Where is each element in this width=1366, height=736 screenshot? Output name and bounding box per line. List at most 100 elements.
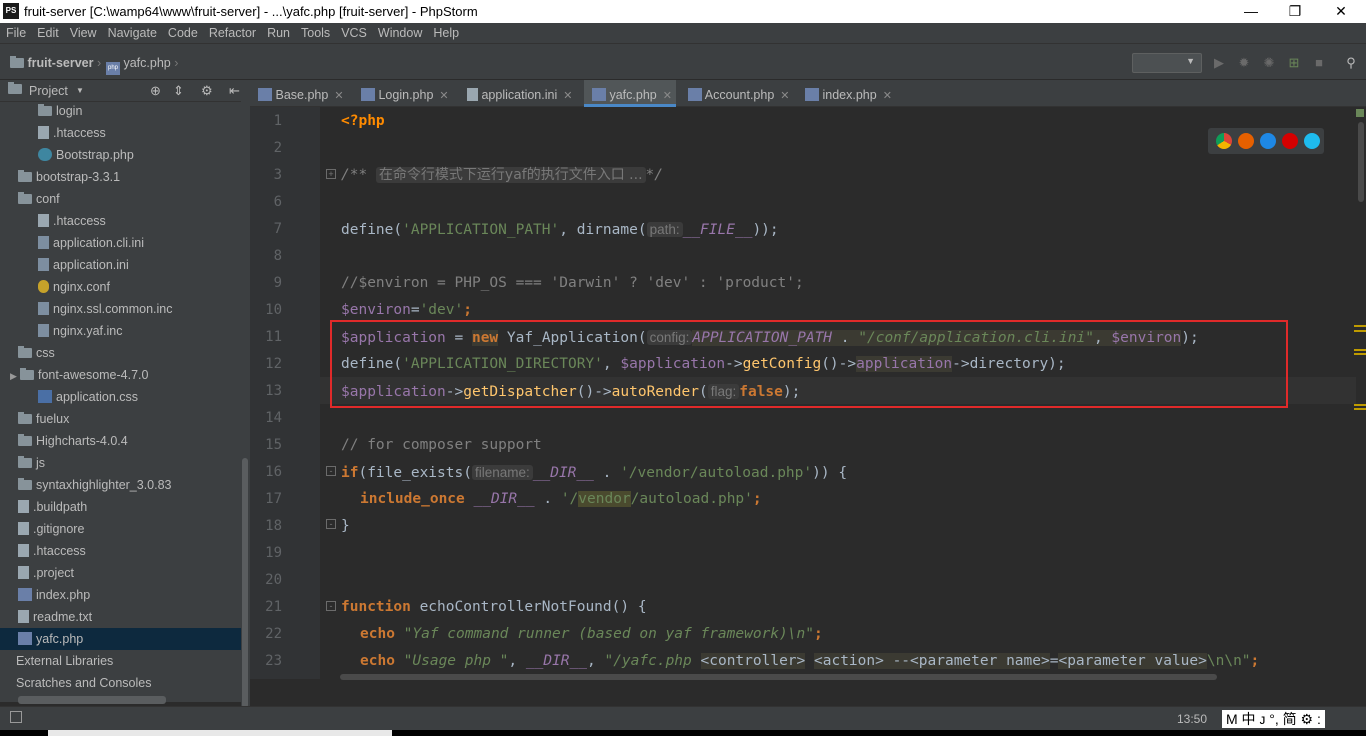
tree-item[interactable]: nginx.conf — [0, 276, 241, 298]
breadcrumb-file[interactable]: php yafc.php › — [106, 56, 178, 75]
run-icon[interactable]: ▶ — [1212, 56, 1226, 70]
search-everywhere-icon[interactable]: ⚲ — [1344, 56, 1358, 70]
tree-item[interactable]: syntaxhighlighter_3.0.83 — [0, 474, 241, 496]
restore-button[interactable]: ❐ — [1272, 0, 1318, 23]
tree-item[interactable]: conf — [0, 188, 241, 210]
tree-item[interactable]: nginx.ssl.common.inc — [0, 298, 241, 320]
file-icon — [18, 500, 29, 513]
menu-code[interactable]: Code — [162, 23, 203, 40]
close-tab-icon[interactable]: ✕ — [334, 90, 343, 102]
editor-scrollbar[interactable] — [1356, 107, 1366, 707]
tab-account-php[interactable]: Account.php ✕ — [680, 80, 792, 107]
tree-horizontal-scrollbar[interactable] — [18, 696, 166, 704]
error-stripe-mark[interactable] — [1354, 404, 1366, 406]
tree-item[interactable]: yafc.php — [0, 628, 241, 650]
menu-file[interactable]: File — [0, 23, 31, 40]
error-stripe-mark[interactable] — [1354, 325, 1366, 327]
tab-yafc-php[interactable]: yafc.php ✕ — [584, 80, 676, 107]
tree-item[interactable]: Highcharts-4.0.4 — [0, 430, 241, 452]
inspection-status-icon[interactable] — [1356, 109, 1364, 117]
collapse-all-icon[interactable]: ⇕ — [173, 83, 184, 99]
fold-toggle-icon[interactable]: - — [326, 466, 336, 476]
fold-toggle-icon[interactable]: - — [326, 519, 336, 529]
menu-vcs[interactable]: VCS — [335, 23, 372, 40]
editor-tabs: Base.php ✕ Login.php ✕ application.ini ✕ ya… — [250, 80, 1366, 107]
tree-item[interactable]: .buildpath — [0, 496, 241, 518]
parameter-hint: filename: — [471, 465, 533, 480]
error-stripe-mark[interactable] — [1354, 349, 1366, 351]
tree-item[interactable]: .htaccess — [0, 540, 241, 562]
tree-item[interactable]: application.cli.ini — [0, 232, 241, 254]
error-stripe-mark[interactable] — [1354, 408, 1366, 410]
error-stripe-mark[interactable] — [1354, 330, 1366, 332]
tree-item[interactable]: nginx.yaf.inc — [0, 320, 241, 342]
safari-icon[interactable] — [1260, 133, 1276, 149]
fold-toggle-icon[interactable]: + — [326, 169, 336, 179]
gear-icon[interactable]: ⚙ — [201, 83, 213, 99]
scroll-from-source-icon[interactable]: ⊕ — [150, 83, 161, 99]
breadcrumb-project[interactable]: fruit-server › — [10, 56, 101, 70]
opera-icon[interactable] — [1282, 133, 1298, 149]
project-view-select[interactable]: Project — [29, 84, 68, 98]
menu-navigate[interactable]: Navigate — [102, 23, 162, 40]
menu-tools[interactable]: Tools — [295, 23, 335, 40]
tree-item[interactable]: Bootstrap.php — [0, 144, 241, 166]
close-tab-icon[interactable]: ✕ — [663, 90, 672, 102]
tree-item[interactable]: application.css — [0, 386, 241, 408]
close-tab-icon[interactable]: ✕ — [439, 90, 448, 102]
tree-scrollbar[interactable] — [241, 80, 250, 708]
tree-item[interactable]: Scratches and Consoles — [0, 672, 241, 694]
tree-item[interactable]: js — [0, 452, 241, 474]
tree-item[interactable]: application.ini — [0, 254, 241, 276]
internet-explorer-icon[interactable] — [1304, 133, 1320, 149]
editor-scroll-thumb[interactable] — [1358, 122, 1364, 202]
chevron-down-icon: ▼ — [1186, 56, 1195, 66]
tree-item[interactable]: fuelux — [0, 408, 241, 430]
close-tab-icon[interactable]: ✕ — [563, 90, 572, 102]
debug-icon[interactable]: ✹ — [1237, 56, 1251, 70]
tab-base-php[interactable]: Base.php ✕ — [250, 80, 350, 107]
close-button[interactable]: ✕ — [1318, 0, 1364, 23]
tree-item[interactable]: login — [0, 102, 241, 122]
stop-icon[interactable]: ■ — [1312, 56, 1326, 70]
tab-index-php[interactable]: index.php ✕ — [797, 80, 897, 107]
tree-item[interactable]: .gitignore — [0, 518, 241, 540]
chrome-icon[interactable] — [1216, 133, 1232, 149]
firefox-icon[interactable] — [1238, 133, 1254, 149]
run-configuration-select[interactable]: ▼ — [1132, 53, 1202, 73]
hide-panel-icon[interactable]: ⇤ — [229, 83, 240, 99]
menu-view[interactable]: View — [64, 23, 102, 40]
editor-horizontal-scrollbar[interactable] — [340, 674, 1217, 680]
tree-item[interactable]: css — [0, 342, 241, 364]
tree-item[interactable]: readme.txt — [0, 606, 241, 628]
tree-item[interactable]: bootstrap-3.3.1 — [0, 166, 241, 188]
coverage-icon[interactable]: ✺ — [1262, 56, 1276, 70]
tree-item[interactable]: .project — [0, 562, 241, 584]
tab-application-ini[interactable]: application.ini ✕ — [459, 80, 583, 107]
menu-edit[interactable]: Edit — [31, 23, 64, 40]
close-tab-icon[interactable]: ✕ — [883, 90, 892, 102]
tree-scroll-thumb[interactable] — [242, 458, 248, 708]
taskbar-item[interactable] — [48, 730, 392, 736]
tree-item[interactable]: ▶ font-awesome-4.7.0 — [0, 364, 241, 386]
menu-window[interactable]: Window — [372, 23, 427, 40]
profile-icon[interactable]: ⊞ — [1287, 56, 1301, 70]
menu-refactor[interactable]: Refactor — [203, 23, 261, 40]
tree-item[interactable]: .htaccess — [0, 122, 241, 144]
menu-help[interactable]: Help — [427, 23, 464, 40]
tree-item[interactable]: External Libraries — [0, 650, 241, 672]
tree-item-label: login — [56, 104, 83, 118]
tab-login-php[interactable]: Login.php ✕ — [353, 80, 456, 107]
chevron-right-icon[interactable]: ▶ — [10, 365, 20, 387]
error-stripe-mark[interactable] — [1354, 353, 1366, 355]
ime-toolbar[interactable]: M 中 ᴊ °, 简 ⚙ : — [1222, 710, 1325, 728]
tool-window-toggle-icon[interactable] — [10, 711, 22, 723]
minimize-button[interactable]: — — [1228, 0, 1274, 23]
fold-toggle-icon[interactable]: - — [326, 601, 336, 611]
caret-position[interactable]: 13:50 — [1177, 712, 1207, 726]
tree-item[interactable]: index.php — [0, 584, 241, 606]
chevron-down-icon[interactable]: ▼ — [76, 86, 84, 95]
close-tab-icon[interactable]: ✕ — [780, 90, 789, 102]
tree-item[interactable]: .htaccess — [0, 210, 241, 232]
menu-run[interactable]: Run — [261, 23, 295, 40]
